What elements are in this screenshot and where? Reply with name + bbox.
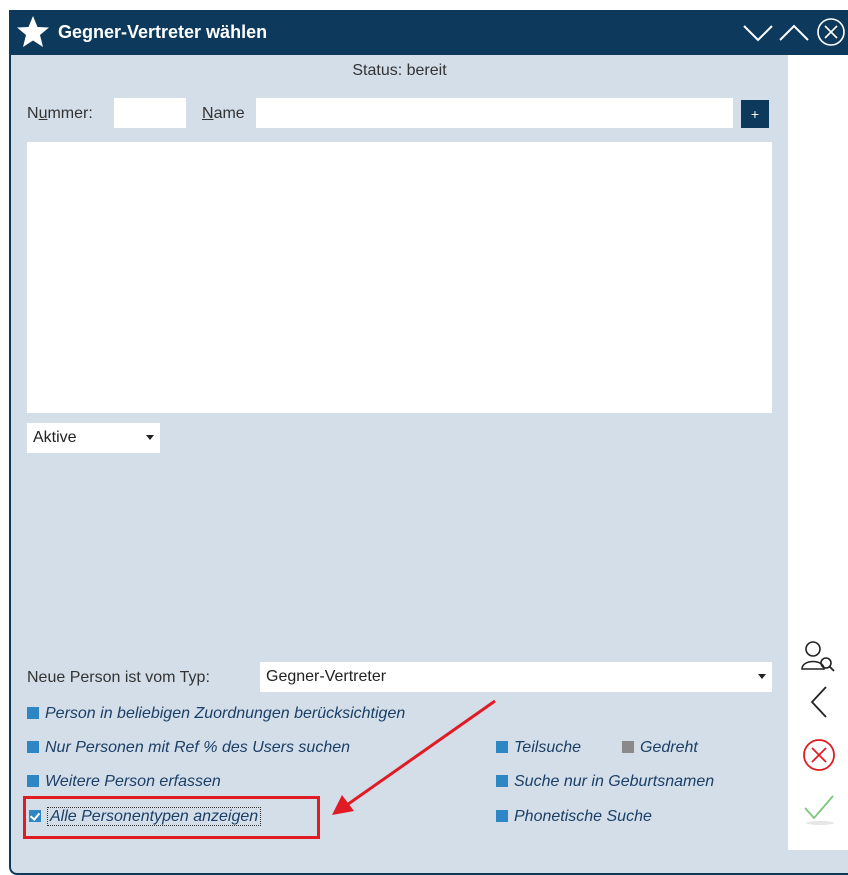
nummer-input[interactable]: [114, 98, 186, 128]
option-geburtsnamen[interactable]: Suche nur in Geburtsnamen: [496, 773, 714, 791]
nummer-label: Nummer:: [27, 105, 93, 122]
checkbox-icon: [27, 775, 39, 787]
minimize-chevron-down-icon[interactable]: [741, 16, 775, 48]
annotation-arrow-icon: [332, 699, 496, 815]
option-weitere-person[interactable]: Weitere Person erfassen: [27, 773, 221, 791]
filter-select-value: Aktive: [33, 429, 77, 446]
checkbox-icon: [27, 707, 39, 719]
new-person-type-select[interactable]: Gegner-Vertreter: [260, 662, 772, 692]
star-icon: [17, 16, 49, 47]
back-chevron-left-icon[interactable]: [806, 682, 834, 722]
dropdown-arrow-icon: [758, 674, 766, 679]
confirm-check-icon[interactable]: [800, 788, 840, 828]
new-person-type-value: Gegner-Vertreter: [266, 668, 387, 685]
option-ref-users[interactable]: Nur Personen mit Ref % des Users suchen: [27, 739, 350, 757]
option-phonetisch[interactable]: Phonetische Suche: [496, 808, 652, 826]
maximize-chevron-up-icon[interactable]: [777, 16, 811, 48]
title-bar: Gegner-Vertreter wählen: [11, 10, 848, 55]
new-person-type-label: Neue Person ist vom Typ:: [27, 669, 210, 686]
name-input[interactable]: [256, 98, 733, 128]
dropdown-arrow-icon: [146, 435, 154, 440]
name-label: Name: [202, 105, 245, 122]
status-text: Status: bereit: [352, 62, 447, 79]
action-sidebar: [788, 55, 848, 850]
option-gedreht[interactable]: Gedreht: [622, 739, 698, 757]
checkbox-icon: [27, 741, 39, 753]
checkbox-icon: [622, 741, 634, 753]
close-icon[interactable]: [814, 16, 848, 48]
cancel-circle-x-icon[interactable]: [800, 736, 838, 774]
window-title: Gegner-Vertreter wählen: [58, 22, 268, 42]
filter-select[interactable]: Aktive: [27, 423, 160, 453]
add-button[interactable]: +: [741, 100, 769, 128]
result-list[interactable]: [27, 142, 772, 413]
person-search-icon[interactable]: [798, 637, 838, 677]
annotation-highlight-box: [23, 796, 320, 839]
